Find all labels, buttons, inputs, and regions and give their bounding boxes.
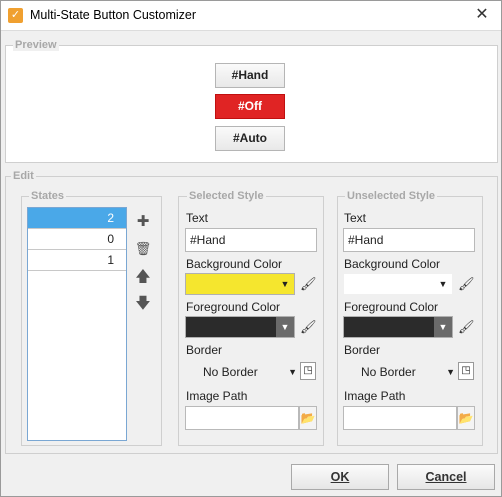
unselected-style-legend: Unselected Style — [345, 190, 438, 202]
selected-bg-label: Background Color — [186, 257, 283, 271]
selected-text-label: Text — [186, 211, 209, 225]
selected-text-field[interactable]: #Hand — [185, 228, 317, 252]
preview-legend: Preview — [13, 39, 59, 51]
border-editor-icon[interactable]: ◳ — [458, 362, 474, 380]
unselected-bg-color-picker[interactable]: ▼ — [343, 273, 453, 295]
paint-bucket-icon[interactable]: 🖌 — [458, 319, 475, 335]
selected-border-value: No Border — [203, 365, 258, 379]
chevron-down-icon[interactable]: ▼ — [288, 361, 297, 383]
preview-button-hand[interactable]: #Hand — [215, 63, 285, 88]
selected-border-select[interactable]: No Border ▼ — [185, 361, 297, 383]
paint-bucket-icon[interactable]: 🖌 — [458, 276, 475, 292]
folder-icon[interactable]: 📂 — [299, 406, 317, 430]
selected-border-label: Border — [186, 343, 223, 357]
selected-fg-color-picker[interactable]: ▼ — [185, 316, 295, 338]
state-row[interactable]: 1 — [28, 250, 126, 271]
move-down-button[interactable]: 🡇 — [134, 295, 152, 313]
cancel-button[interactable]: Cancel — [397, 464, 495, 490]
move-up-button[interactable]: 🡅 — [134, 268, 152, 286]
chevron-down-icon[interactable]: ▼ — [446, 361, 455, 383]
window-title: Multi-State Button Customizer — [30, 8, 197, 22]
paint-bucket-icon[interactable]: 🖌 — [300, 276, 317, 292]
folder-icon[interactable]: 📂 — [457, 406, 475, 430]
states-legend: States — [29, 190, 67, 202]
border-editor-icon[interactable]: ◳ — [300, 362, 316, 380]
app-checkmark-icon: ✓ — [8, 8, 23, 23]
state-row[interactable]: 2 — [28, 208, 126, 229]
paint-bucket-icon[interactable]: 🖌 — [300, 319, 317, 335]
unselected-fg-color-picker[interactable]: ▼ — [343, 316, 453, 338]
edit-legend: Edit — [11, 170, 36, 182]
chevron-down-icon[interactable]: ▼ — [434, 274, 452, 294]
unselected-border-value: No Border — [361, 365, 416, 379]
selected-image-path-field[interactable] — [185, 406, 299, 430]
chevron-down-icon[interactable]: ▼ — [276, 274, 294, 294]
unselected-border-select[interactable]: No Border ▼ — [343, 361, 455, 383]
unselected-image-label: Image Path — [344, 389, 406, 403]
unselected-text-field[interactable]: #Hand — [343, 228, 475, 252]
selected-fg-label: Foreground Color — [186, 300, 281, 314]
selected-bg-color-picker[interactable]: ▼ — [185, 273, 295, 295]
selected-style-legend: Selected Style — [187, 190, 266, 202]
preview-button-off[interactable]: #Off — [215, 94, 285, 119]
close-icon[interactable]: ✕ — [470, 4, 494, 26]
add-state-button[interactable]: ✚ — [134, 213, 152, 231]
chevron-down-icon[interactable]: ▼ — [434, 317, 452, 337]
unselected-image-path-field[interactable] — [343, 406, 457, 430]
unselected-fg-label: Foreground Color — [344, 300, 439, 314]
delete-state-button[interactable]: 🗑 — [134, 240, 152, 258]
unselected-text-label: Text — [344, 211, 367, 225]
unselected-border-label: Border — [344, 343, 381, 357]
unselected-bg-label: Background Color — [344, 257, 441, 271]
ok-button[interactable]: OK — [291, 464, 389, 490]
state-row[interactable]: 0 — [28, 229, 126, 250]
states-list[interactable]: 2 0 1 — [27, 207, 127, 441]
preview-button-auto[interactable]: #Auto — [215, 126, 285, 151]
selected-image-label: Image Path — [186, 389, 248, 403]
chevron-down-icon[interactable]: ▼ — [276, 317, 294, 337]
